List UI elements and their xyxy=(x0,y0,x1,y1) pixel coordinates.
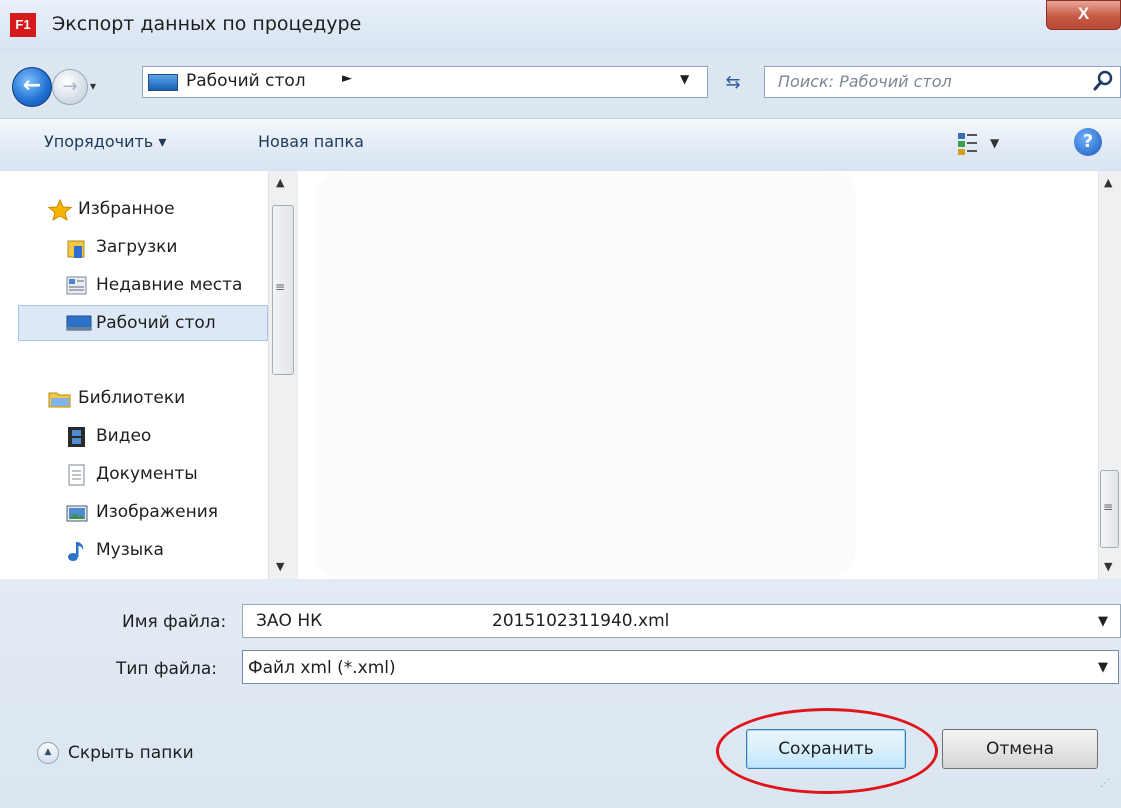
video-icon xyxy=(66,426,88,447)
sidebar-item-downloads[interactable]: Загрузки xyxy=(66,230,177,264)
collapse-arrow-icon[interactable]: ▲ xyxy=(37,742,59,764)
star-icon xyxy=(47,198,73,222)
highlight-annotation xyxy=(716,708,938,794)
filename-value-part1[interactable]: ЗАО НК xyxy=(256,611,322,631)
scroll-up-icon[interactable]: ▲ xyxy=(1104,176,1112,189)
sidebar-item-label: Загрузки xyxy=(96,237,178,257)
scroll-grip-icon: ≡ xyxy=(1103,500,1114,514)
filename-label: Имя файла: xyxy=(122,612,227,632)
resize-grip-icon[interactable]: ⋰ xyxy=(1100,778,1110,789)
sidebar-item-recent[interactable]: Недавние места xyxy=(66,268,242,302)
new-folder-button[interactable]: Новая папка xyxy=(258,132,364,151)
documents-icon xyxy=(66,464,88,486)
sidebar-item-label: Избранное xyxy=(78,199,175,219)
sidebar-item-label: Библиотеки xyxy=(78,388,186,408)
address-text[interactable]: Рабочий стол xyxy=(186,71,306,91)
address-dropdown-icon[interactable]: ▼ xyxy=(680,72,689,86)
downloads-folder-icon xyxy=(66,237,88,258)
desktop-icon xyxy=(66,313,92,333)
desktop-icon xyxy=(148,74,178,91)
back-button[interactable]: ← xyxy=(12,67,52,107)
recent-places-icon xyxy=(66,275,88,295)
refresh-button[interactable]: ⇆ xyxy=(712,66,754,98)
scroll-down-icon[interactable]: ▼ xyxy=(276,560,284,573)
scroll-grip-icon: ≡ xyxy=(275,280,286,294)
filetype-dropdown-icon[interactable]: ▼ xyxy=(1098,660,1108,675)
sidebar-item-desktop[interactable]: Рабочий стол xyxy=(66,306,216,340)
sidebar-item-favorites[interactable]: Избранное xyxy=(47,192,175,226)
view-dropdown-icon[interactable]: ▼ xyxy=(990,136,999,150)
sidebar-item-label: Видео xyxy=(96,426,152,446)
scroll-down-icon[interactable]: ▼ xyxy=(1104,560,1112,573)
view-options-icon[interactable] xyxy=(957,130,979,156)
filetype-value[interactable]: Файл xml (*.xml) xyxy=(248,658,396,678)
help-icon[interactable]: ? xyxy=(1074,128,1102,156)
filename-field[interactable] xyxy=(242,604,1121,638)
hide-folders-button[interactable]: Скрыть папки xyxy=(68,743,194,763)
scroll-up-icon[interactable]: ▲ xyxy=(276,176,284,189)
sidebar-item-label: Изображения xyxy=(96,502,219,522)
command-bar xyxy=(0,118,1121,172)
sidebar-item-label: Рабочий стол xyxy=(96,313,216,333)
close-button[interactable]: X xyxy=(1046,0,1121,30)
sidebar-item-images[interactable]: Изображения xyxy=(66,495,218,529)
search-placeholder: Поиск: Рабочий стол xyxy=(778,72,952,91)
history-dropdown-icon[interactable]: ▾ xyxy=(90,76,104,96)
app-icon: F1 xyxy=(10,13,36,37)
music-icon xyxy=(66,540,88,561)
organize-button[interactable]: Упорядочить ▾ xyxy=(44,132,166,151)
filename-value-part2[interactable]: 2015102311940.xml xyxy=(492,611,669,631)
breadcrumb-arrow-icon[interactable]: ► xyxy=(342,71,352,86)
sidebar-item-libraries[interactable]: Библиотеки xyxy=(48,381,185,415)
sidebar-item-video[interactable]: Видео xyxy=(66,419,151,453)
sidebar-item-label: Музыка xyxy=(96,540,164,560)
filetype-label: Тип файла: xyxy=(116,659,217,679)
forward-button[interactable]: → xyxy=(52,69,88,105)
sidebar-item-label: Документы xyxy=(96,464,198,484)
blurred-content-area xyxy=(320,176,852,574)
search-icon[interactable] xyxy=(1092,68,1114,94)
filename-dropdown-icon[interactable]: ▼ xyxy=(1098,614,1108,629)
sidebar-item-music[interactable]: Музыка xyxy=(66,533,164,567)
images-icon xyxy=(66,502,88,522)
cancel-button[interactable]: Отмена xyxy=(942,729,1098,769)
libraries-icon xyxy=(48,388,71,408)
sidebar-item-label: Недавние места xyxy=(96,275,243,295)
window-title: Экспорт данных по процедуре xyxy=(52,13,362,35)
sidebar-item-documents[interactable]: Документы xyxy=(66,457,198,491)
